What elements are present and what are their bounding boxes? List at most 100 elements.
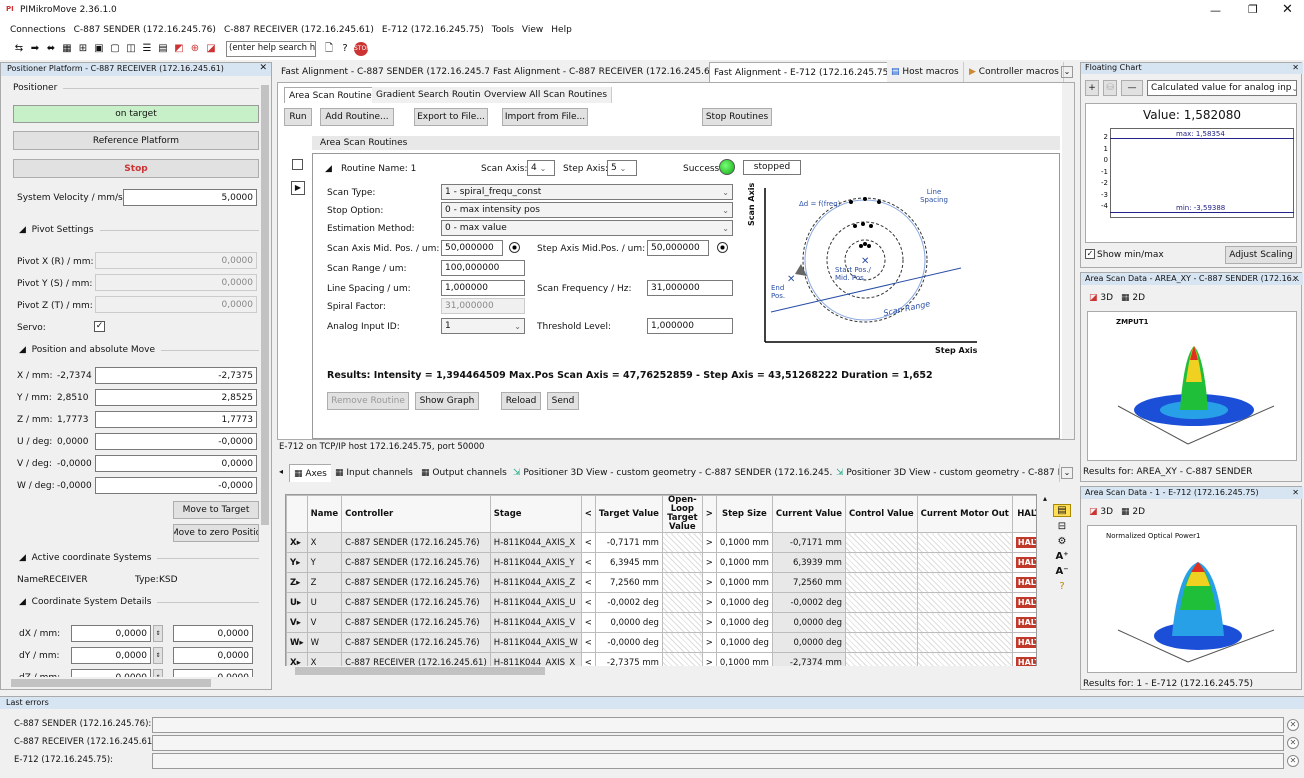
row-target[interactable]: 0,0000 deg — [594, 612, 663, 633]
panel-icon[interactable]: ◫ — [124, 42, 138, 56]
servo-checkbox[interactable]: ✓ — [94, 321, 105, 332]
axis-target-input[interactable]: -0,0000 — [95, 477, 257, 494]
table-icon[interactable]: ▤ — [156, 42, 170, 56]
font-increase-icon[interactable]: A⁺ — [1053, 551, 1071, 562]
row-step[interactable]: 0,1000 deg — [715, 632, 773, 653]
row-halt[interactable]: HALT — [1011, 612, 1036, 633]
step-mid-radio-icon[interactable] — [717, 242, 728, 253]
clear-sender-error-icon[interactable]: ✕ — [1287, 719, 1299, 731]
row-step[interactable]: 0,1000 mm — [715, 552, 773, 573]
tabs-left-arrow-icon[interactable]: ◂ — [279, 467, 283, 476]
table-scroll-up-icon[interactable]: ▴ — [1043, 494, 1047, 503]
menu-help[interactable]: Help — [551, 25, 572, 35]
velocity-input[interactable]: 5,0000 — [123, 189, 257, 206]
row-dec-button[interactable]: < — [580, 552, 596, 573]
detail-spin-icon[interactable]: ⇕ — [153, 625, 163, 642]
axis-target-input[interactable]: 2,8525 — [95, 389, 257, 406]
restore-icon[interactable]: ❐ — [1248, 3, 1258, 16]
menu-view[interactable]: View — [522, 25, 543, 35]
plus-box-icon[interactable]: ⊞ — [76, 42, 90, 56]
row-axis-marker[interactable]: Y▸ — [286, 552, 308, 573]
chart-db-icon[interactable]: ⛁ — [1103, 80, 1117, 96]
analog-input-select[interactable]: 1 ⌄ — [441, 318, 525, 334]
list-icon[interactable]: ☰ — [140, 42, 154, 56]
row-dec-button[interactable]: < — [580, 532, 596, 553]
stop-button[interactable]: Stop — [13, 159, 259, 178]
row-step[interactable]: 0,1000 mm — [715, 532, 773, 553]
threshold-input[interactable]: 1,000000 — [647, 318, 733, 334]
row-axis-marker[interactable]: X▸ — [286, 532, 308, 553]
row-inc-button[interactable]: > — [701, 612, 717, 633]
row-target[interactable]: -0,7171 mm — [594, 532, 663, 553]
font-decrease-icon[interactable]: A⁻ — [1053, 566, 1071, 577]
grid-icon[interactable]: ▦ — [60, 42, 74, 56]
row-halt[interactable]: HALT — [1011, 552, 1036, 573]
tab-input-channels[interactable]: ▦ Input channels — [331, 464, 418, 482]
tab-output-channels[interactable]: ▦ Output channels — [417, 464, 512, 482]
graph-icon[interactable]: ◩ — [172, 42, 186, 56]
help-search-input[interactable]: (enter help search he — [226, 41, 316, 57]
table-gear-icon[interactable]: ⚙ — [1053, 536, 1071, 547]
chart-source-select[interactable]: Calculated value for analog inp⌄ — [1147, 80, 1297, 96]
move-to-target-button[interactable]: Move to Target — [173, 501, 259, 519]
tab-host-macros[interactable]: ▤ Host macros — [887, 62, 964, 82]
document-icon[interactable]: 🗋 — [322, 42, 336, 56]
menu-sender[interactable]: C-887 SENDER (172.16.245.76) — [74, 25, 216, 35]
scan1-close-icon[interactable]: ✕ — [1292, 274, 1299, 283]
subtab-gradient[interactable]: Gradient Search Routines — [372, 87, 496, 103]
routine-select-checkbox[interactable] — [292, 159, 303, 170]
tabs-dropdown-icon[interactable]: ⌄ — [1061, 66, 1073, 78]
tab-3d-sender[interactable]: ⇲ Positioner 3D View - custom geometry -… — [509, 464, 863, 482]
tab-fa-sender[interactable]: Fast Alignment - C-887 SENDER (172.16.24… — [277, 62, 515, 82]
minimize-icon[interactable]: — — [1210, 4, 1221, 17]
routine-expand-icon[interactable]: ▶ — [291, 181, 305, 195]
axis-target-input[interactable]: 0,0000 — [95, 455, 257, 472]
import-button[interactable]: Import from File... — [502, 108, 588, 126]
detail-value-1[interactable]: 0,0000 — [71, 647, 151, 664]
help-icon[interactable]: ? — [338, 42, 352, 56]
axis-target-input[interactable]: -0,0000 — [95, 433, 257, 450]
routine-collapse-icon[interactable]: ◢ — [325, 164, 332, 174]
chart-icon[interactable]: ▣ — [92, 42, 106, 56]
scan1-2d-button[interactable]: ▦ 2D — [1121, 293, 1145, 303]
detail-value-2[interactable]: 0,0000 — [173, 647, 253, 664]
row-axis-marker[interactable]: U▸ — [286, 592, 308, 613]
show-minmax-checkbox[interactable]: ✓ — [1085, 249, 1095, 259]
row-step[interactable]: 0,1000 deg — [715, 612, 773, 633]
halt-button[interactable]: HALT — [1015, 637, 1036, 648]
add-routine-button[interactable]: Add Routine... — [320, 108, 394, 126]
row-axis-marker[interactable]: Z▸ — [286, 572, 308, 593]
halt-button[interactable]: HALT — [1015, 557, 1036, 568]
fa-scrollbar[interactable] — [1062, 83, 1074, 439]
left-scrollbar[interactable] — [259, 79, 271, 673]
menu-connections[interactable]: Connections — [10, 25, 66, 35]
stop-option-select[interactable]: 0 - max intensity pos ⌄ — [441, 202, 733, 218]
tab-controller-macros[interactable]: ▶ Controller macros — [965, 62, 1064, 82]
row-target[interactable]: 6,3945 mm — [594, 552, 663, 573]
table-hscroll[interactable] — [285, 666, 1037, 676]
row-axis-marker[interactable]: V▸ — [286, 612, 308, 633]
clear-e712-error-icon[interactable]: ✕ — [1287, 755, 1299, 767]
send-button[interactable]: Send — [547, 392, 579, 410]
export-button[interactable]: Export to File... — [414, 108, 488, 126]
scan1-3d-button[interactable]: ◪ 3D — [1089, 293, 1113, 303]
menu-e712[interactable]: E-712 (172.16.245.75) — [382, 25, 484, 35]
tab-3d-receiver[interactable]: ⇲ Positioner 3D View - custom geometry -… — [832, 464, 1060, 482]
window-icon[interactable]: ▢ — [108, 42, 122, 56]
reload-button[interactable]: Reload — [501, 392, 541, 410]
table-config-icon[interactable]: ⊟ — [1053, 521, 1071, 532]
stop-routines-button[interactable]: Stop Routines — [702, 108, 772, 126]
scan2-3d-button[interactable]: ◪ 3D — [1089, 507, 1113, 517]
subtab-area-scan[interactable]: Area Scan Routines — [284, 87, 382, 103]
scan2-close-icon[interactable]: ✕ — [1292, 488, 1299, 497]
connect-icon[interactable]: ⇆ — [12, 42, 26, 56]
scan-range-input[interactable]: 100,000000 — [441, 260, 525, 276]
row-inc-button[interactable]: > — [701, 572, 717, 593]
row-halt[interactable]: HALT — [1011, 532, 1036, 553]
detail-value-2[interactable]: 0,0000 — [173, 625, 253, 642]
row-step[interactable]: 0,1000 mm — [715, 572, 773, 593]
left-hscrollbar[interactable] — [1, 677, 259, 689]
chart-line-icon[interactable]: — — [1121, 80, 1143, 96]
run-button[interactable]: Run — [284, 108, 312, 126]
row-step[interactable]: 0,1000 deg — [715, 592, 773, 613]
